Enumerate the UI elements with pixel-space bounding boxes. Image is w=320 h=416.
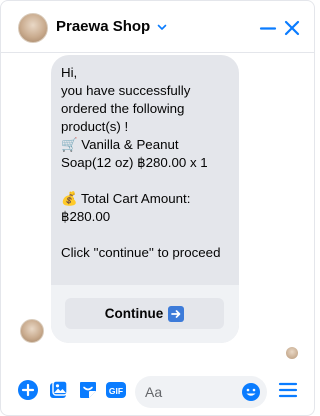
- photo-icon[interactable]: [47, 379, 69, 401]
- message-text: Hi, you have successfully ordered the fo…: [61, 65, 221, 260]
- message-bubble: Hi, you have successfully ordered the fo…: [51, 55, 239, 343]
- message-input[interactable]: [145, 376, 235, 408]
- sticker-icon[interactable]: [77, 379, 99, 401]
- composer-bar: GIF: [1, 367, 314, 415]
- right-arrow-icon: [168, 305, 185, 322]
- chat-header: Praewa Shop: [1, 1, 314, 53]
- seen-indicator-avatar: [286, 347, 298, 359]
- svg-text:GIF: GIF: [109, 386, 123, 396]
- continue-button-label: Continue: [104, 306, 164, 321]
- chat-window: Praewa Shop Hi, you have successfully or…: [0, 0, 315, 416]
- sender-avatar: [20, 319, 44, 343]
- chevron-down-icon: [157, 24, 167, 30]
- minimize-icon[interactable]: [257, 17, 279, 39]
- shop-avatar[interactable]: [18, 13, 48, 43]
- menu-icon[interactable]: [277, 379, 299, 401]
- continue-button[interactable]: Continue: [65, 298, 224, 329]
- conversation-title-button[interactable]: Praewa Shop: [56, 18, 168, 35]
- gif-icon[interactable]: GIF: [105, 379, 127, 401]
- close-icon[interactable]: [281, 17, 303, 39]
- conversation-title: Praewa Shop: [56, 18, 151, 35]
- plus-circle-icon[interactable]: [17, 379, 39, 401]
- message-list: Hi, you have successfully ordered the fo…: [1, 53, 314, 367]
- message-input-wrapper: [135, 376, 267, 408]
- emoji-icon[interactable]: [241, 382, 261, 402]
